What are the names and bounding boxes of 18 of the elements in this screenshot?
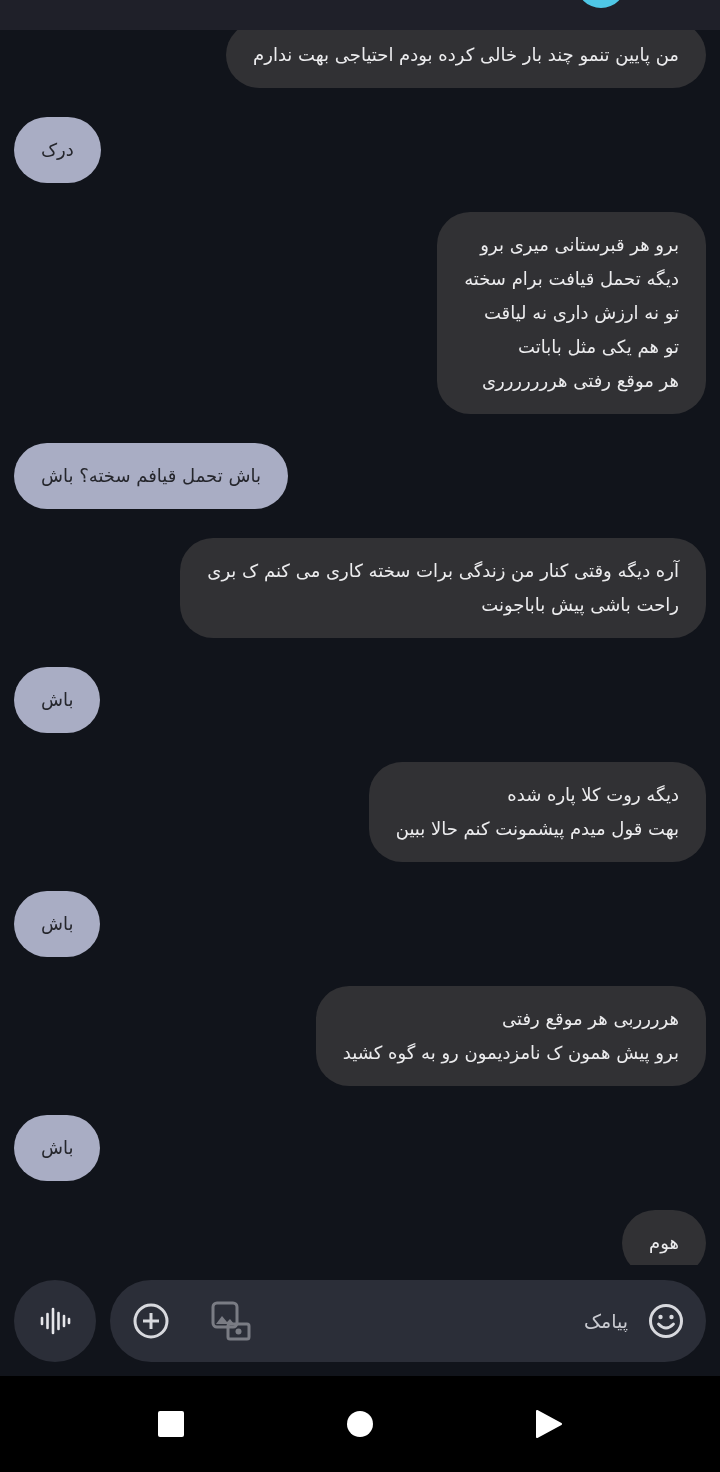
back-icon[interactable] <box>536 1410 562 1438</box>
message-bubble[interactable]: باش <box>14 891 101 957</box>
emoji-icon[interactable] <box>648 1303 684 1339</box>
home-icon[interactable] <box>347 1411 373 1437</box>
message-bubble[interactable]: هرررربی هر موقع رفتی برو پیش همون ک نامزدیمون رو به گوه کشید <box>315 986 706 1086</box>
message-bubble[interactable]: برو هر قبرستانی میری برو دیگه تحمل قیافت برام سخته تو نه ارزش داری نه لیاقت تو هم یکی مثل باباتت هر موقع رفتی هررررررری <box>437 212 706 414</box>
message-bubble[interactable]: آره دیگه وقتی کنار من زندگی برات سخته کاری می کنم ک بری راحت باشی پیش باباجونت <box>180 538 706 638</box>
message-input[interactable]: پیامک <box>292 1309 630 1333</box>
message-bubble[interactable]: دیگه روت کلا پاره شده بهت قول میدم پیشمونت کنم حالا ببین <box>368 762 706 862</box>
message-bubble[interactable]: من پایین تنمو چند بار خالی کرده بودم احتیاجی بهت ندارم <box>226 30 706 88</box>
message-bubble[interactable]: باش تحمل قیافم سخته؟ باش <box>14 443 288 509</box>
add-icon[interactable] <box>132 1302 170 1340</box>
message-bubble[interactable]: باش <box>14 1115 101 1181</box>
waveform-icon <box>39 1305 71 1337</box>
gallery-camera-icon[interactable] <box>210 1300 252 1342</box>
message-bubble[interactable]: باش <box>14 667 101 733</box>
message-bubble[interactable]: درک <box>14 117 101 183</box>
message-bubble[interactable]: هوم <box>622 1210 706 1265</box>
